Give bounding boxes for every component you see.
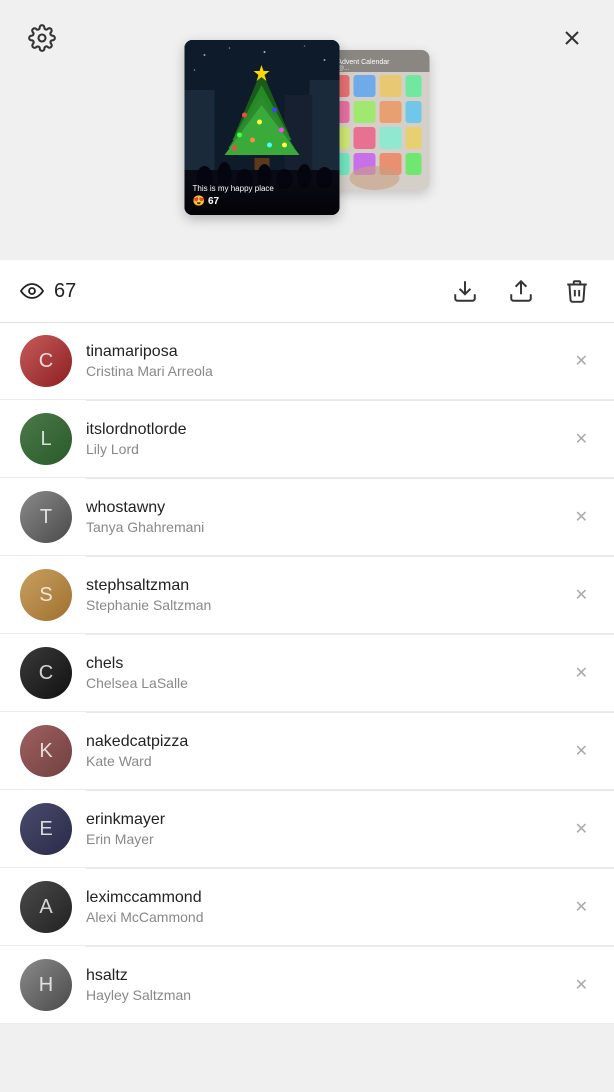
fullname: Alexi McCammond: [86, 909, 569, 925]
user-info: erinkmayer Erin Mayer: [86, 811, 569, 847]
viewer-list: C tinamariposa Cristina Mari Arreola ✕ L…: [0, 323, 614, 1024]
avatar: E: [20, 803, 72, 855]
eye-icon: [20, 282, 44, 300]
story-thumbnails: This is my happy place 😍 67: [185, 40, 430, 215]
remove-user-button[interactable]: ✕: [569, 423, 594, 455]
remove-user-button[interactable]: ✕: [569, 579, 594, 611]
remove-user-button[interactable]: ✕: [569, 891, 594, 923]
avatar: H: [20, 959, 72, 1011]
trash-icon: [564, 278, 590, 304]
user-info: hsaltz Hayley Saltzman: [86, 967, 569, 1003]
story-views-container: 😍 67: [193, 196, 332, 207]
avatar: K: [20, 725, 72, 777]
stats-bar: 67: [0, 260, 614, 323]
avatar: S: [20, 569, 72, 621]
heart-eye-icon: 😍: [193, 196, 205, 207]
fullname: Cristina Mari Arreola: [86, 363, 569, 379]
delete-button[interactable]: [560, 274, 594, 308]
username: nakedcatpizza: [86, 733, 569, 751]
username: erinkmayer: [86, 811, 569, 829]
avatar-initial: C: [20, 647, 72, 699]
remove-user-button[interactable]: ✕: [569, 813, 594, 845]
user-list-item: K nakedcatpizza Kate Ward ✕: [0, 713, 614, 790]
avatar: A: [20, 881, 72, 933]
remove-user-button[interactable]: ✕: [569, 735, 594, 767]
avatar: C: [20, 647, 72, 699]
caret-indicator: [289, 246, 325, 260]
username: itslordnotlorde: [86, 421, 569, 439]
share-button[interactable]: [504, 274, 538, 308]
settings-button[interactable]: [22, 18, 62, 58]
user-list-item: S stephsaltzman Stephanie Saltzman ✕: [0, 557, 614, 634]
user-info: tinamariposa Cristina Mari Arreola: [86, 343, 569, 379]
close-button[interactable]: [552, 18, 592, 58]
user-info: whostawny Tanya Ghahremani: [86, 499, 569, 535]
gear-icon: [28, 24, 56, 52]
user-info: itslordnotlorde Lily Lord: [86, 421, 569, 457]
share-icon: [508, 278, 534, 304]
remove-user-button[interactable]: ✕: [569, 657, 594, 689]
avatar-initial: E: [20, 803, 72, 855]
remove-user-button[interactable]: ✕: [569, 345, 594, 377]
header: This is my happy place 😍 67: [0, 0, 614, 260]
user-list-item: E erinkmayer Erin Mayer ✕: [0, 791, 614, 868]
username: leximccammond: [86, 889, 569, 907]
story-thumbnail-main[interactable]: This is my happy place 😍 67: [185, 40, 340, 215]
story-caption-text: This is my happy place: [193, 184, 332, 193]
avatar-initial: L: [20, 413, 72, 465]
avatar: L: [20, 413, 72, 465]
avatar: C: [20, 335, 72, 387]
username: stephsaltzman: [86, 577, 569, 595]
user-list-item: C tinamariposa Cristina Mari Arreola ✕: [0, 323, 614, 400]
user-info: nakedcatpizza Kate Ward: [86, 733, 569, 769]
views-count: 67: [54, 280, 76, 303]
avatar-initial: C: [20, 335, 72, 387]
username: chels: [86, 655, 569, 673]
avatar-initial: A: [20, 881, 72, 933]
avatar-initial: T: [20, 491, 72, 543]
username: tinamariposa: [86, 343, 569, 361]
username: whostawny: [86, 499, 569, 517]
fullname: Tanya Ghahremani: [86, 519, 569, 535]
username: hsaltz: [86, 967, 569, 985]
views-info: 67: [20, 280, 76, 303]
download-button[interactable]: [448, 274, 482, 308]
user-info: stephsaltzman Stephanie Saltzman: [86, 577, 569, 613]
fullname: Erin Mayer: [86, 831, 569, 847]
user-list-item: C chels Chelsea LaSalle ✕: [0, 635, 614, 712]
fullname: Hayley Saltzman: [86, 987, 569, 1003]
user-list-item: H hsaltz Hayley Saltzman ✕: [0, 947, 614, 1024]
user-list-item: L itslordnotlorde Lily Lord ✕: [0, 401, 614, 478]
story-caption: This is my happy place 😍 67: [185, 178, 340, 215]
close-icon: [560, 26, 584, 50]
user-info: leximccammond Alexi McCammond: [86, 889, 569, 925]
fullname: Lily Lord: [86, 441, 569, 457]
avatar-initial: K: [20, 725, 72, 777]
story-views-count: 67: [208, 196, 219, 207]
fullname: Kate Ward: [86, 753, 569, 769]
avatar-initial: S: [20, 569, 72, 621]
remove-user-button[interactable]: ✕: [569, 969, 594, 1001]
avatar-initial: H: [20, 959, 72, 1011]
user-list-item: A leximccammond Alexi McCammond ✕: [0, 869, 614, 946]
fullname: Stephanie Saltzman: [86, 597, 569, 613]
user-info: chels Chelsea LaSalle: [86, 655, 569, 691]
user-list-item: T whostawny Tanya Ghahremani ✕: [0, 479, 614, 556]
action-icons: [448, 274, 594, 308]
remove-user-button[interactable]: ✕: [569, 501, 594, 533]
avatar: T: [20, 491, 72, 543]
fullname: Chelsea LaSalle: [86, 675, 569, 691]
download-icon: [452, 278, 478, 304]
